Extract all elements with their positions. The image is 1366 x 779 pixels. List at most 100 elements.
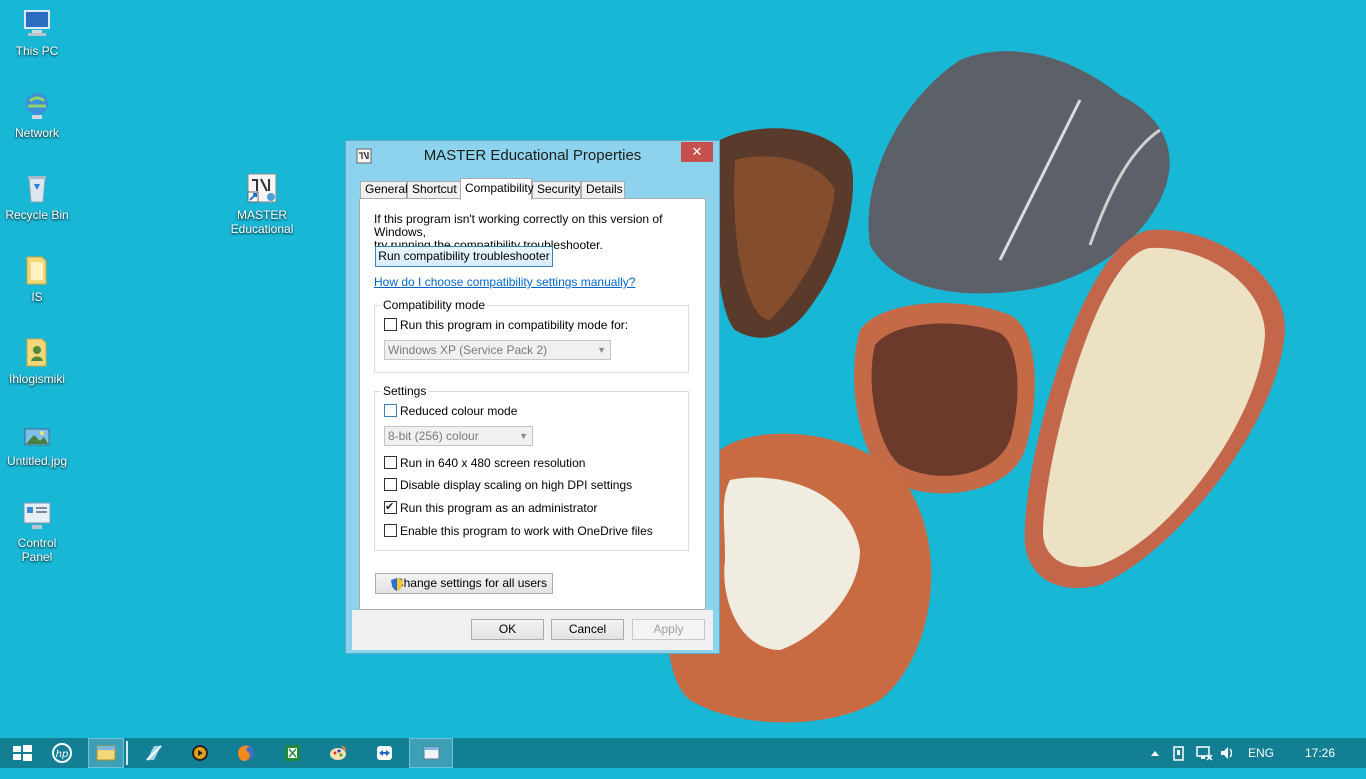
clock[interactable]: 17:26 bbox=[1305, 738, 1335, 768]
app-icon bbox=[146, 745, 162, 761]
tab-security[interactable]: Security bbox=[532, 181, 581, 198]
checkbox-label: Enable this program to work with OneDriv… bbox=[400, 524, 653, 538]
info-line-1: If this program isn't working correctly … bbox=[374, 212, 663, 239]
taskbar: hp ENG 17:26 bbox=[0, 738, 1366, 768]
compatibility-mode-group: Compatibility mode Run this program in c… bbox=[374, 298, 689, 373]
dpi-scaling-checkbox[interactable] bbox=[384, 478, 397, 491]
tab-shortcut[interactable]: Shortcut bbox=[407, 181, 461, 198]
excel-icon bbox=[285, 745, 300, 761]
tab-general[interactable]: General bbox=[360, 181, 408, 198]
manual-settings-link[interactable]: How do I choose compatibility settings m… bbox=[374, 275, 635, 289]
taskbar-excel[interactable] bbox=[270, 738, 314, 768]
change-all-users-button[interactable]: Change settings for all users bbox=[375, 573, 553, 594]
desktop-icon-untitled-jpg[interactable]: Untitled.jpg bbox=[0, 417, 77, 468]
desktop-icon-label: IS bbox=[31, 290, 43, 304]
taskbar-media-player[interactable] bbox=[178, 738, 222, 768]
apply-button[interactable]: Apply bbox=[632, 619, 705, 640]
resolution-640-checkbox[interactable] bbox=[384, 456, 397, 469]
desktop-icon-label: Recycle Bin bbox=[5, 208, 69, 222]
close-icon: ✕ bbox=[691, 144, 703, 159]
desktop-icon-network[interactable]: Network bbox=[0, 89, 77, 140]
chevron-up-icon bbox=[1151, 751, 1159, 756]
taskbar-teamviewer[interactable] bbox=[362, 738, 406, 768]
checkbox-label: Reduced colour mode bbox=[400, 404, 518, 418]
title-bar[interactable]: MASTER Educational Properties ✕ bbox=[346, 141, 719, 171]
tray-network[interactable] bbox=[1195, 738, 1213, 768]
paint-icon bbox=[330, 745, 347, 760]
window-icon bbox=[423, 746, 440, 760]
compat-mode-checkbox[interactable] bbox=[384, 318, 397, 331]
taskbar-hp[interactable]: hp bbox=[40, 738, 84, 768]
button-label: Change settings for all users bbox=[394, 576, 548, 590]
svg-text:hp: hp bbox=[56, 749, 69, 760]
settings-group: Settings Reduced colour mode 8-bit (256)… bbox=[374, 384, 689, 551]
group-label: Compatibility mode bbox=[381, 298, 488, 312]
chevron-down-icon: ▼ bbox=[519, 431, 528, 441]
image-file-icon bbox=[20, 417, 54, 451]
teamviewer-icon bbox=[377, 746, 392, 760]
start-button[interactable] bbox=[0, 738, 44, 768]
chevron-down-icon: ▼ bbox=[597, 345, 606, 355]
uac-shield-icon bbox=[390, 577, 404, 597]
taskbar-app[interactable] bbox=[132, 738, 176, 768]
run-troubleshooter-button[interactable]: Run compatibility troubleshooter bbox=[375, 246, 553, 267]
checkbox-label: Run this program as an administrator bbox=[400, 501, 598, 515]
tray-volume[interactable] bbox=[1219, 738, 1235, 768]
folder-icon bbox=[20, 253, 54, 287]
device-icon bbox=[1173, 746, 1184, 761]
run-as-admin-checkbox[interactable] bbox=[384, 500, 397, 514]
taskbar-window[interactable] bbox=[409, 738, 453, 768]
taskbar-firefox[interactable] bbox=[224, 738, 268, 768]
shortcut-icon bbox=[245, 171, 279, 205]
reduced-colour-checkbox[interactable] bbox=[384, 404, 397, 417]
compatibility-panel: If this program isn't working correctly … bbox=[359, 198, 706, 610]
desktop-icon-label: Untitled.jpg bbox=[6, 454, 68, 468]
tray-device[interactable] bbox=[1171, 738, 1187, 768]
taskbar-separator bbox=[126, 741, 128, 765]
show-hidden-icons[interactable] bbox=[1149, 738, 1161, 768]
desktop-icon-control-panel[interactable]: Control Panel bbox=[0, 499, 77, 564]
taskbar-paint[interactable] bbox=[316, 738, 360, 768]
taskbar-file-explorer[interactable] bbox=[88, 738, 124, 768]
desktop-icon-recycle-bin[interactable]: Recycle Bin bbox=[0, 171, 77, 222]
dialog-button-bar: OK Cancel Apply bbox=[352, 610, 713, 650]
desktop-icon-label: Control Panel bbox=[17, 536, 57, 564]
network-icon bbox=[20, 89, 54, 123]
colour-depth-select[interactable]: 8-bit (256) colour ▼ bbox=[384, 426, 533, 446]
network-status-icon bbox=[1196, 746, 1213, 761]
os-version-select[interactable]: Windows XP (Service Pack 2) ▼ bbox=[384, 340, 611, 360]
desktop-icon-this-pc[interactable]: This PC bbox=[0, 7, 77, 58]
select-value: 8-bit (256) colour bbox=[388, 429, 479, 443]
desktop-icon-master-educational[interactable]: MASTER Educational bbox=[222, 171, 302, 236]
tab-compatibility[interactable]: Compatibility bbox=[460, 178, 534, 200]
media-player-icon bbox=[192, 745, 208, 761]
checkbox-label: Run this program in compatibility mode f… bbox=[400, 318, 629, 332]
desktop-icon-label: This PC bbox=[15, 44, 59, 58]
desktop-icon-label: Ihlogismiki bbox=[8, 372, 65, 386]
checkbox-label: Run in 640 x 480 screen resolution bbox=[400, 456, 586, 470]
onedrive-checkbox[interactable] bbox=[384, 524, 397, 537]
control-panel-icon bbox=[20, 499, 54, 533]
volume-icon bbox=[1221, 747, 1233, 759]
group-label: Settings bbox=[381, 384, 429, 398]
recycle-bin-icon bbox=[20, 171, 54, 205]
desktop-icon-label: Network bbox=[14, 126, 59, 140]
dialog-title: MASTER Educational Properties bbox=[423, 147, 642, 164]
tab-details[interactable]: Details bbox=[581, 181, 625, 198]
hp-icon: hp bbox=[52, 743, 72, 763]
computer-icon bbox=[20, 7, 54, 41]
close-button[interactable]: ✕ bbox=[681, 142, 713, 162]
checkbox-label: Disable display scaling on high DPI sett… bbox=[400, 478, 633, 492]
select-value: Windows XP (Service Pack 2) bbox=[388, 343, 548, 357]
start-icon bbox=[13, 745, 32, 761]
desktop-icon-label: MASTER Educational bbox=[230, 208, 294, 236]
cancel-button[interactable]: Cancel bbox=[551, 619, 624, 640]
desktop-icon-is-folder[interactable]: IS bbox=[0, 253, 77, 304]
language-indicator[interactable]: ENG bbox=[1248, 738, 1274, 768]
properties-dialog: MASTER Educational Properties ✕ General … bbox=[345, 140, 720, 654]
firefox-icon bbox=[238, 745, 254, 761]
file-explorer-icon bbox=[96, 745, 116, 761]
desktop-icon-ihlogismiki[interactable]: Ihlogismiki bbox=[0, 335, 77, 386]
user-folder-icon bbox=[20, 335, 54, 369]
ok-button[interactable]: OK bbox=[471, 619, 544, 640]
